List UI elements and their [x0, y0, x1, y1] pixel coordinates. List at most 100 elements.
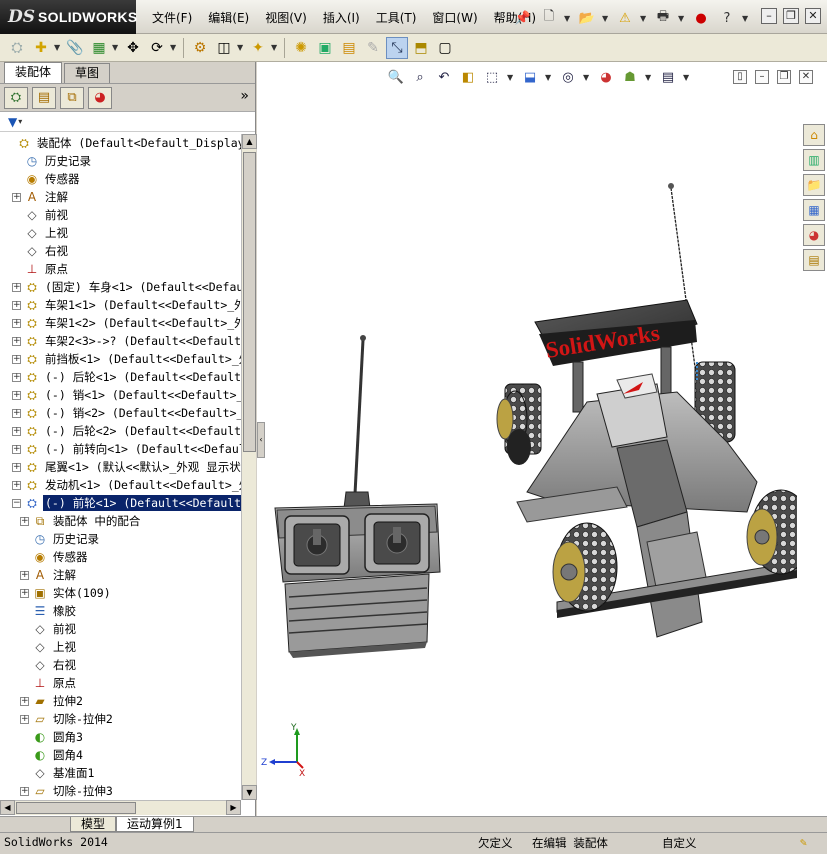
tree-expand-toggle-icon[interactable]: + [12, 480, 21, 490]
tree-item[interactable]: + ⛭ (-) 后轮<1> (Default<<Default>_外 [0, 368, 241, 386]
new-document-icon[interactable]: 🗋 [538, 7, 560, 29]
filter-dropdown-icon[interactable]: ▾ [18, 117, 22, 126]
tab-sketch[interactable]: 草图 [64, 63, 111, 83]
insert-component-icon[interactable]: ⛭ [6, 37, 28, 59]
help-dropdown-icon[interactable]: ▼ [742, 14, 750, 23]
tree-expand-toggle-icon[interactable]: + [12, 408, 21, 418]
scroll-left-icon[interactable]: ◀ [0, 800, 15, 815]
menu-edit[interactable]: 编辑(E) [200, 9, 257, 26]
tree-item[interactable]: ⊥ 原点 [0, 260, 241, 278]
assembly-feature-icon[interactable]: ▣ [314, 37, 336, 59]
scroll-down-icon[interactable]: ▼ [242, 785, 257, 800]
tree-expand-toggle-icon[interactable]: + [12, 282, 21, 292]
speedpak-icon[interactable]: ⬒ [410, 37, 432, 59]
component-pattern-icon[interactable]: ▦ [88, 37, 110, 59]
tree-item[interactable]: + ▱ 切除-拉伸3 [0, 782, 241, 800]
explode-dropdown-icon[interactable]: ▼ [237, 43, 245, 52]
minimize-icon[interactable]: – [761, 8, 777, 24]
tree-item[interactable]: ◇ 前视 [0, 206, 241, 224]
rotate-component-icon[interactable]: ⟳ [146, 37, 168, 59]
new-dropdown-icon[interactable]: ▼ [564, 14, 572, 23]
menu-view[interactable]: 视图(V) [257, 9, 315, 26]
tree-expand-toggle-icon[interactable]: + [20, 588, 29, 598]
tree-item[interactable]: + A 注解 [0, 566, 241, 584]
design-library-icon[interactable]: ▥ [803, 149, 825, 171]
tree-item[interactable]: ⊥ 原点 [0, 674, 241, 692]
tree-item[interactable]: + ⛭ 前挡板<1> (Default<<Default>_外观 [0, 350, 241, 368]
tree-item[interactable]: ◉ 传感器 [0, 170, 241, 188]
tree-expand-toggle-icon[interactable]: − [12, 498, 21, 508]
tree-item[interactable]: + ⛭ 车架1<1> (Default<<Default>_外观 [0, 296, 241, 314]
chevron-right-icon[interactable]: » [240, 88, 249, 104]
display-manager-icon[interactable]: ◕ [88, 86, 112, 109]
tree-vertical-scrollbar[interactable]: ▲ ▼ [241, 134, 257, 800]
tree-expand-toggle-icon[interactable]: + [12, 300, 21, 310]
tree-item[interactable]: ◇ 右视 [0, 242, 241, 260]
tree-expand-toggle-icon[interactable]: + [20, 516, 29, 526]
tree-item[interactable]: ◷ 历史记录 [0, 152, 241, 170]
open-folder-icon[interactable]: 📂 [576, 7, 598, 29]
interference-detection-icon[interactable]: ✺ [290, 37, 312, 59]
tree-item[interactable]: ◇ 基准面1 [0, 764, 241, 782]
help-icon[interactable]: ? [716, 7, 738, 29]
rebuild-warning-icon[interactable]: ⚠ [614, 7, 636, 29]
smart-fasteners-icon[interactable]: ⚙ [189, 37, 211, 59]
move-component-icon[interactable]: ✥ [122, 37, 144, 59]
bill-of-materials-icon[interactable]: ▤ [338, 37, 360, 59]
file-explorer-icon[interactable]: 📁 [803, 174, 825, 196]
tree-item[interactable]: ◇ 上视 [0, 224, 241, 242]
tree-item[interactable]: ◉ 传感器 [0, 548, 241, 566]
tree-expand-toggle-icon[interactable]: + [12, 390, 21, 400]
tree-item[interactable]: ⛭ 装配体 (Default<Default_Display State [0, 134, 241, 152]
tree-item[interactable]: + ⛭ (-) 前转向<1> (Default<<Default>_ [0, 440, 241, 458]
tree-expand-toggle-icon[interactable]: + [12, 372, 21, 382]
scroll-thumb[interactable] [16, 802, 136, 814]
pattern-dropdown-icon[interactable]: ▼ [112, 43, 120, 52]
tree-item[interactable]: + ▣ 实体(109) [0, 584, 241, 602]
filter-icon[interactable]: ▼ [8, 115, 17, 129]
tree-expand-toggle-icon[interactable]: + [12, 426, 21, 436]
tree-filter[interactable]: ▼ ▾ [0, 112, 255, 132]
rc-car-model[interactable]: SolidWorks [496, 183, 797, 638]
tree-item[interactable]: + ⛭ (-) 后轮<2> (Default<<Default>_外 [0, 422, 241, 440]
open-dropdown-icon[interactable]: ▼ [602, 14, 610, 23]
menu-tools[interactable]: 工具(T) [368, 9, 425, 26]
tree-item[interactable]: + ⧉ 装配体 中的配合 [0, 512, 241, 530]
tree-item[interactable]: + ⛭ 车架1<2> (Default<<Default>_外观 [0, 314, 241, 332]
custom-properties-icon[interactable]: ▤ [803, 249, 825, 271]
feature-manager-icon[interactable]: ⛭ [4, 86, 28, 109]
tree-item[interactable]: ◐ 圆角3 [0, 728, 241, 746]
tab-motion-study[interactable]: 运动算例1 [116, 817, 194, 832]
mate-icon[interactable]: 📎 [64, 37, 86, 59]
tab-assembly[interactable]: 装配体 [4, 62, 63, 83]
new-part-dropdown-icon[interactable]: ▼ [54, 43, 62, 52]
menu-window[interactable]: 窗口(W) [424, 9, 485, 26]
tree-expand-toggle-icon[interactable]: + [12, 354, 21, 364]
tree-expand-toggle-icon[interactable]: + [12, 192, 21, 202]
tree-item[interactable]: ☰ 橡胶 [0, 602, 241, 620]
tree-expand-toggle-icon[interactable]: + [12, 318, 21, 328]
model-scene[interactable]: SolidWorks Y Z X [257, 62, 797, 816]
solidworks-logo[interactable]: DS SOLIDWORKS [0, 0, 137, 34]
property-manager-icon[interactable]: ▤ [32, 86, 56, 109]
print-dropdown-icon[interactable]: ▼ [678, 14, 686, 23]
reference-dropdown-icon[interactable]: ▼ [271, 43, 279, 52]
rebuild-dropdown-icon[interactable]: ▼ [640, 14, 648, 23]
status-units[interactable]: 自定义 [662, 835, 697, 851]
tree-item[interactable]: + ⛭ (-) 销<1> (Default<<Default>_外观 [0, 386, 241, 404]
tree-item[interactable]: ◇ 右视 [0, 656, 241, 674]
tree-expand-toggle-icon[interactable]: + [20, 786, 29, 796]
tree-expand-toggle-icon[interactable]: + [20, 696, 29, 706]
tree-item[interactable]: + ⛭ 发动机<1> (Default<<Default>_外观 [0, 476, 241, 494]
close-icon[interactable]: ✕ [805, 8, 821, 24]
tree-expand-toggle-icon[interactable]: + [12, 444, 21, 454]
snapshot-icon[interactable]: ▢ [434, 37, 456, 59]
large-assembly-mode-icon[interactable]: ⤡ [386, 36, 408, 59]
tree-item[interactable]: −⛭ (-) 前轮<1> (Default<<Default> 外 [0, 494, 241, 512]
remote-controller-model[interactable] [274, 335, 441, 658]
solidworks-resources-icon[interactable]: ⌂ [803, 124, 825, 146]
menu-file[interactable]: 文件(F) [144, 9, 200, 26]
traffic-light-icon[interactable]: ● [690, 7, 712, 29]
appearances-icon[interactable]: ◕ [803, 224, 825, 246]
scroll-thumb[interactable] [243, 152, 256, 452]
